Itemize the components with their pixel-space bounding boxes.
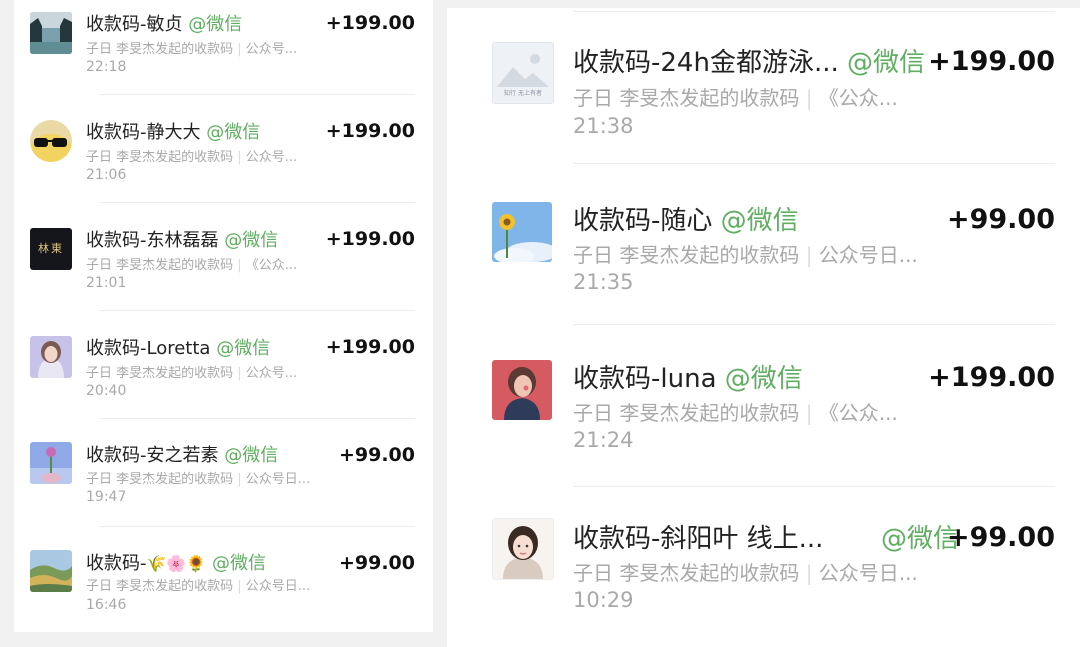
avatar <box>30 12 72 54</box>
transaction-amount: +99.00 <box>338 444 415 466</box>
transaction-title: 收款码-luna @微信 <box>573 364 803 394</box>
avatar <box>492 360 552 420</box>
transaction-amount: +199.00 <box>928 46 1055 77</box>
transaction-title: 收款码-Loretta @微信 <box>86 338 271 359</box>
transaction-title: 收款码-东林磊磊 @微信 <box>86 230 279 251</box>
transaction-amount: +199.00 <box>325 120 415 142</box>
transaction-row[interactable]: 收款码-安之若素 @微信 +99.00 子日 李旻杰发起的收款码 | 公众号日.… <box>14 432 433 540</box>
transaction-row[interactable]: 收款码-Loretta @微信 +199.00 子日 李旻杰发起的收款码 | 公… <box>14 324 433 432</box>
row-divider <box>573 11 1055 12</box>
avatar <box>30 550 72 592</box>
avatar-text: 林東 <box>38 242 64 255</box>
left-transaction-list: 收款码-敏贞 @微信 +199.00 子日 李旻杰发起的收款码 | 公众号...… <box>14 0 433 632</box>
transaction-amount: +99.00 <box>338 552 415 574</box>
transaction-source: 子日 李旻杰发起的收款码 | 《公众... <box>573 401 898 425</box>
transaction-amount: +99.00 <box>946 204 1055 235</box>
transaction-source: 子日 李旻杰发起的收款码 | 公众号... <box>86 366 298 381</box>
transaction-row[interactable]: 知行 无上有者 收款码-24h金都游泳... @微信 +199.00 子日 李旻… <box>447 16 1080 166</box>
transaction-source: 子日 李旻杰发起的收款码 | 公众号日... <box>573 561 918 585</box>
wechat-tag: @微信 <box>216 338 271 359</box>
transaction-source: 子日 李旻杰发起的收款码 | 公众号日... <box>86 579 311 594</box>
row-divider <box>100 418 415 419</box>
avatar <box>492 518 554 580</box>
row-divider <box>100 526 415 527</box>
wechat-tag: @微信 <box>224 445 279 466</box>
transaction-source: 子日 李旻杰发起的收款码 | 公众号... <box>86 42 298 57</box>
transaction-row[interactable]: 收款码-斜阳叶 线上... @微信 +99.00 子日 李旻杰发起的收款码 | 公… <box>447 486 1080 647</box>
avatar <box>30 336 72 378</box>
transaction-time: 16:46 <box>86 597 127 613</box>
avatar-caption: 知行 无上有者 <box>504 90 542 97</box>
transaction-time: 19:47 <box>86 489 127 505</box>
wechat-tag: @微信 <box>206 122 261 143</box>
transaction-source: 子日 李旻杰发起的收款码 | 《公众... <box>573 86 898 110</box>
transaction-source: 子日 李旻杰发起的收款码 | 公众号日... <box>573 243 918 267</box>
wechat-tag: @微信 <box>847 48 926 78</box>
image-placeholder-icon <box>497 54 549 87</box>
transaction-title: 收款码-随心 @微信 <box>573 206 799 236</box>
transaction-time: 21:35 <box>573 270 634 294</box>
transaction-source: 子日 李旻杰发起的收款码 | 公众号日... <box>86 472 311 487</box>
row-divider <box>100 310 415 311</box>
row-divider <box>573 163 1055 164</box>
transaction-amount: +199.00 <box>325 12 415 34</box>
transaction-amount: +199.00 <box>325 336 415 358</box>
transaction-time: 21:01 <box>86 275 127 291</box>
wechat-tag: @微信 <box>212 553 266 574</box>
avatar: 林東 <box>30 228 72 270</box>
right-transaction-list: 知行 无上有者 收款码-24h金都游泳... @微信 +199.00 子日 李旻… <box>447 8 1080 647</box>
wechat-tag: @微信 <box>188 14 243 35</box>
wechat-tag: @微信 <box>720 206 799 236</box>
transaction-row[interactable]: 林東 收款码-东林磊磊 @微信 +199.00 子日 李旻杰发起的收款码 | 《… <box>14 216 433 324</box>
row-divider <box>100 202 415 203</box>
row-divider <box>100 94 415 95</box>
transaction-title: 收款码-安之若素 @微信 <box>86 445 279 466</box>
avatar <box>30 442 72 484</box>
wechat-tag: @微信 <box>224 230 279 251</box>
avatar <box>30 120 72 162</box>
transaction-time: 10:29 <box>573 588 634 612</box>
avatar <box>492 202 552 262</box>
transaction-title: 收款码-静大大 @微信 <box>86 122 261 143</box>
transaction-title: 收款码-🌾🌸🌻 @微信 <box>86 553 266 574</box>
transaction-time: 21:38 <box>573 114 634 138</box>
title-emoji: 🌾🌸🌻 <box>146 554 207 573</box>
transaction-time: 21:06 <box>86 167 127 183</box>
transaction-source: 子日 李旻杰发起的收款码 | 公众号... <box>86 150 298 165</box>
transaction-amount: +199.00 <box>928 362 1055 393</box>
avatar: 知行 无上有者 <box>492 42 554 104</box>
transaction-amount: +199.00 <box>325 228 415 250</box>
transaction-row[interactable]: 收款码-静大大 @微信 +199.00 子日 李旻杰发起的收款码 | 公众号..… <box>14 108 433 216</box>
transaction-title: 收款码-敏贞 @微信 <box>86 14 243 35</box>
transaction-row[interactable]: 收款码-随心 @微信 +99.00 子日 李旻杰发起的收款码 | 公众号日...… <box>447 166 1080 325</box>
transaction-row[interactable]: 收款码-🌾🌸🌻 @微信 +99.00 子日 李旻杰发起的收款码 | 公众号日..… <box>14 540 433 632</box>
wechat-tag: @微信 <box>724 364 803 394</box>
transaction-source: 子日 李旻杰发起的收款码 | 《公众... <box>86 258 298 273</box>
transaction-row[interactable]: 收款码-敏贞 @微信 +199.00 子日 李旻杰发起的收款码 | 公众号...… <box>14 0 433 108</box>
transaction-time: 20:40 <box>86 383 127 399</box>
transaction-row[interactable]: 收款码-luna @微信 +199.00 子日 李旻杰发起的收款码 | 《公众.… <box>447 324 1080 487</box>
transaction-title: 收款码-斜阳叶 线上... @微信 <box>573 518 959 555</box>
transaction-time: 21:24 <box>573 428 634 452</box>
transaction-title: 收款码-24h金都游泳... @微信 <box>573 48 926 78</box>
transaction-time: 22:18 <box>86 59 127 75</box>
transaction-amount: +99.00 <box>946 522 1055 553</box>
